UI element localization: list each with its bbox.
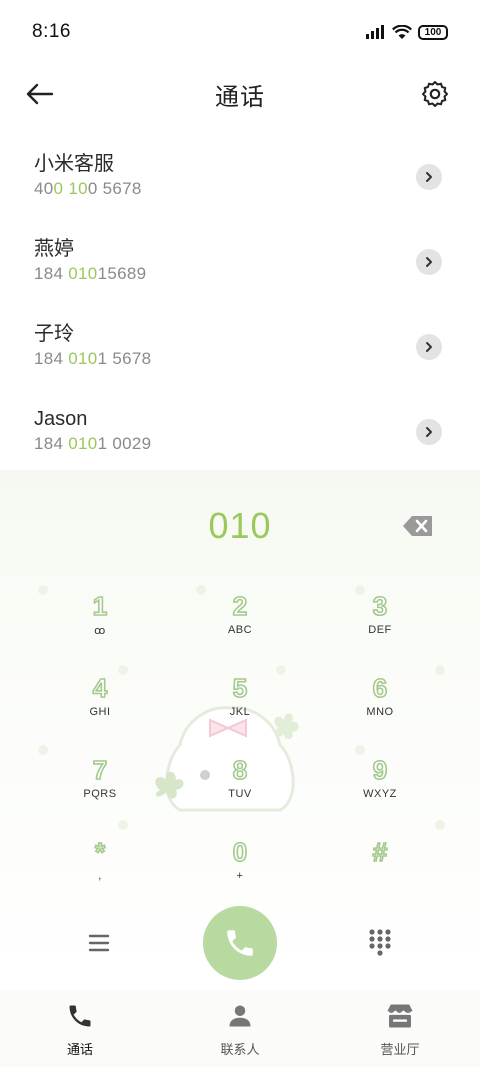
tab-service-hall[interactable]: 营业厅 — [320, 990, 480, 1067]
chevron-right-icon — [426, 257, 432, 267]
chevron-right-icon — [426, 342, 432, 352]
detail-button[interactable] — [416, 164, 442, 190]
key-3[interactable]: 3 DEF — [320, 590, 440, 660]
tab-contacts[interactable]: 联系人 — [160, 990, 320, 1067]
key-1[interactable]: 1 ꝏ — [40, 590, 160, 660]
phone-icon — [69, 1005, 91, 1027]
recent-calls-list: 小米客服 400 100 5678 燕婷 184 01015689 子玲 184… — [0, 136, 480, 476]
voicemail-icon: ꝏ — [94, 625, 106, 637]
backspace-icon[interactable] — [402, 514, 434, 538]
phone-icon — [227, 930, 253, 956]
battery-indicator: 100 — [418, 24, 448, 40]
bottom-nav: 通话 联系人 营业厅 — [0, 990, 480, 1067]
detail-button[interactable] — [416, 334, 442, 360]
detail-button[interactable] — [416, 249, 442, 275]
key-2[interactable]: 2 ABC — [180, 590, 300, 660]
status-icons: 100 — [366, 24, 448, 40]
list-item[interactable]: 小米客服 400 100 5678 — [0, 136, 480, 221]
key-5[interactable]: 5 JKL — [180, 672, 300, 742]
list-item[interactable]: Jason 184 0101 0029 — [0, 391, 480, 476]
call-button[interactable] — [203, 906, 277, 980]
contact-number: 400 100 5678 — [34, 179, 142, 198]
contact-number: 184 0101 5678 — [34, 349, 152, 368]
wifi-icon — [392, 24, 412, 39]
status-time: 8:16 — [32, 21, 71, 42]
key-0[interactable]: 0 + — [180, 836, 300, 906]
key-star[interactable]: * , — [40, 836, 160, 906]
gear-icon[interactable] — [420, 79, 450, 109]
list-item[interactable]: 子玲 184 0101 5678 — [0, 306, 480, 391]
detail-button[interactable] — [416, 419, 442, 445]
dialpad-toggle-icon[interactable] — [368, 928, 392, 956]
dial-actions — [0, 906, 480, 990]
contact-name: 燕婷 — [34, 238, 74, 260]
key-9[interactable]: 9 WXYZ — [320, 754, 440, 824]
key-hash[interactable]: # — [320, 836, 440, 906]
tab-calls[interactable]: 通话 — [0, 990, 160, 1067]
status-bar: 8:16 100 — [0, 0, 480, 64]
key-8[interactable]: 8 TUV — [180, 754, 300, 824]
store-icon — [386, 1004, 414, 1028]
menu-icon[interactable] — [86, 930, 112, 956]
chevron-right-icon — [426, 427, 432, 437]
back-arrow-icon[interactable] — [24, 78, 56, 110]
tab-label: 联系人 — [220, 1042, 260, 1057]
contact-name: 小米客服 — [34, 153, 114, 175]
person-icon — [229, 1005, 251, 1027]
key-7[interactable]: 7 PQRS — [40, 754, 160, 824]
key-4[interactable]: 4 GHI — [40, 672, 160, 742]
signal-icon — [366, 25, 384, 39]
contact-number: 184 0101 0029 — [34, 434, 152, 453]
list-item[interactable]: 燕婷 184 01015689 — [0, 221, 480, 306]
chevron-right-icon — [426, 172, 432, 182]
tab-label: 通话 — [66, 1042, 93, 1057]
contact-name: Jason — [34, 408, 88, 430]
tab-label: 营业厅 — [380, 1042, 420, 1057]
contact-name: 子玲 — [34, 323, 74, 345]
contact-number: 184 01015689 — [34, 264, 147, 283]
page-title: 通话 — [215, 83, 265, 111]
key-6[interactable]: 6 MNO — [320, 672, 440, 742]
header: 通话 — [0, 66, 480, 122]
